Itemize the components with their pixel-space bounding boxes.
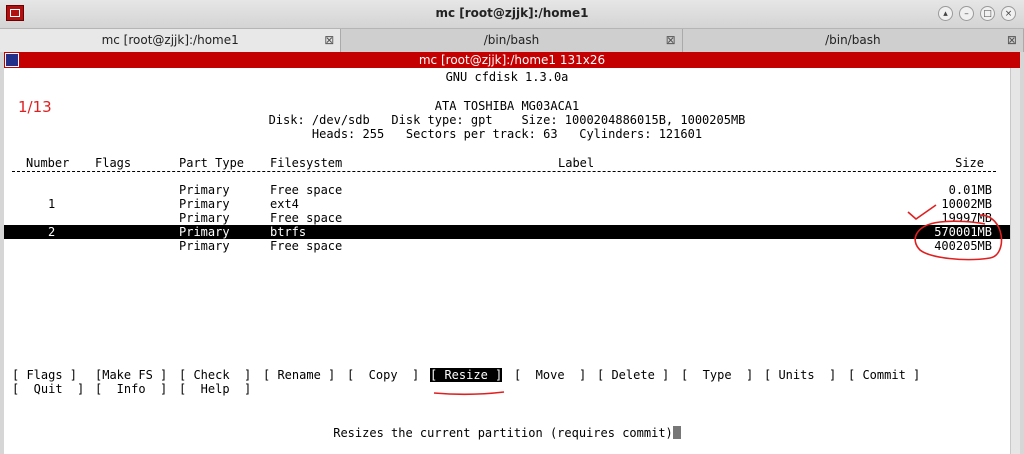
terminal-title-bar: mc [root@zjjk]:/home1 131x26 bbox=[4, 52, 1020, 68]
menu-units[interactable]: [ Units ] bbox=[764, 368, 836, 382]
partition-row[interactable]: Primary Free space 0.01MB bbox=[4, 183, 1010, 197]
header-label: Label bbox=[558, 156, 595, 170]
terminal-screen[interactable]: GNU cfdisk 1.3.0a ATA TOSHIBA MG03ACA1 D… bbox=[4, 68, 1010, 454]
tab-mc[interactable]: mc [root@zjjk]:/home1 ⊠ bbox=[0, 29, 342, 52]
window-title: mc [root@zjjk]:/home1 bbox=[435, 6, 589, 20]
header-flags: Flags bbox=[95, 156, 132, 170]
partition-filesystem: btrfs bbox=[270, 225, 307, 239]
minimize-icon[interactable]: – bbox=[959, 6, 974, 21]
menu-help[interactable]: [ Help ] bbox=[179, 382, 251, 396]
header-filesystem: Filesystem bbox=[270, 156, 343, 170]
tab-bar: mc [root@zjjk]:/home1 ⊠ /bin/bash ⊠ /bin… bbox=[0, 29, 1024, 52]
partition-type: Primary bbox=[179, 225, 230, 239]
terminal-scrollbar[interactable] bbox=[1010, 68, 1020, 454]
menu-commit[interactable]: [ Commit ] bbox=[848, 368, 920, 382]
partition-size: 400205MB bbox=[934, 239, 992, 253]
window-controls: ▴ – □ × bbox=[938, 6, 1016, 21]
menu-copy[interactable]: [ Copy ] bbox=[347, 368, 419, 382]
header-size: Size bbox=[955, 156, 984, 170]
partition-row[interactable]: Primary Free space 400205MB bbox=[4, 239, 1010, 253]
tab-label: /bin/bash bbox=[483, 33, 540, 47]
tab-close-icon[interactable]: ⊠ bbox=[666, 29, 676, 52]
disk-geometry: Heads: 255 Sectors per track: 63 Cylinde… bbox=[311, 127, 703, 141]
partition-row[interactable]: 1 Primary ext4 10002MB bbox=[4, 197, 1010, 211]
header-divider bbox=[12, 171, 996, 172]
terminal-cursor bbox=[672, 426, 681, 439]
menu-resize[interactable]: [ Resize ] bbox=[430, 368, 503, 382]
disk-model: ATA TOSHIBA MG03ACA1 bbox=[434, 99, 580, 113]
tab-bash-2[interactable]: /bin/bash ⊠ bbox=[682, 29, 1024, 52]
window-titlebar[interactable]: mc [root@zjjk]:/home1 ▴ – □ × bbox=[0, 0, 1024, 29]
partition-row-selected[interactable]: 2 Primary btrfs 570001MB bbox=[4, 225, 1010, 239]
partition-filesystem: Free space bbox=[270, 211, 343, 225]
partition-filesystem: Free space bbox=[270, 239, 343, 253]
partition-row[interactable]: Primary Free space 19997MB bbox=[4, 211, 1010, 225]
partition-size: 0.01MB bbox=[948, 183, 992, 197]
terminal-icon[interactable] bbox=[5, 53, 19, 67]
cfdisk-version: GNU cfdisk 1.3.0a bbox=[445, 70, 569, 84]
menu-type[interactable]: [ Type ] bbox=[681, 368, 753, 382]
partition-type: Primary bbox=[179, 239, 230, 253]
partition-size: 19997MB bbox=[941, 211, 992, 225]
partition-type: Primary bbox=[179, 211, 230, 225]
menu-check[interactable]: [ Check ] bbox=[179, 368, 251, 382]
menu-delete[interactable]: [ Delete ] bbox=[597, 368, 669, 382]
annotation-counter: 1/13 bbox=[18, 98, 52, 116]
menu-make-fs[interactable]: [Make FS ] bbox=[95, 368, 167, 382]
partition-filesystem: ext4 bbox=[270, 197, 299, 211]
menu-info[interactable]: [ Info ] bbox=[95, 382, 167, 396]
partition-number: 2 bbox=[48, 225, 56, 239]
disk-info: Disk: /dev/sdb Disk type: gpt Size: 1000… bbox=[268, 113, 746, 127]
header-part-type: Part Type bbox=[179, 156, 245, 170]
close-icon[interactable]: × bbox=[1001, 6, 1016, 21]
menu-quit[interactable]: [ Quit ] bbox=[12, 382, 84, 396]
tab-label: mc [root@zjjk]:/home1 bbox=[101, 33, 239, 47]
tab-close-icon[interactable]: ⊠ bbox=[324, 29, 334, 52]
menu-flags[interactable]: [ Flags ] bbox=[12, 368, 77, 382]
menu-move[interactable]: [ Move ] bbox=[514, 368, 586, 382]
maximize-icon[interactable]: □ bbox=[980, 6, 995, 21]
partition-number: 1 bbox=[48, 197, 56, 211]
tab-close-icon[interactable]: ⊠ bbox=[1007, 29, 1017, 52]
shade-icon[interactable]: ▴ bbox=[938, 6, 953, 21]
status-text: Resizes the current partition (requires … bbox=[333, 426, 673, 440]
menu-rename[interactable]: [ Rename ] bbox=[263, 368, 335, 382]
tab-label: /bin/bash bbox=[825, 33, 881, 47]
partition-type: Primary bbox=[179, 197, 230, 211]
tab-bash-1[interactable]: /bin/bash ⊠ bbox=[341, 29, 683, 52]
partition-size: 10002MB bbox=[941, 197, 992, 211]
terminal-title: mc [root@zjjk]:/home1 131x26 bbox=[418, 53, 606, 67]
partition-type: Primary bbox=[179, 183, 230, 197]
header-number: Number bbox=[26, 156, 70, 170]
partition-filesystem: Free space bbox=[270, 183, 343, 197]
status-line: Resizes the current partition (requires … bbox=[4, 426, 1010, 440]
partition-size: 570001MB bbox=[934, 225, 992, 239]
